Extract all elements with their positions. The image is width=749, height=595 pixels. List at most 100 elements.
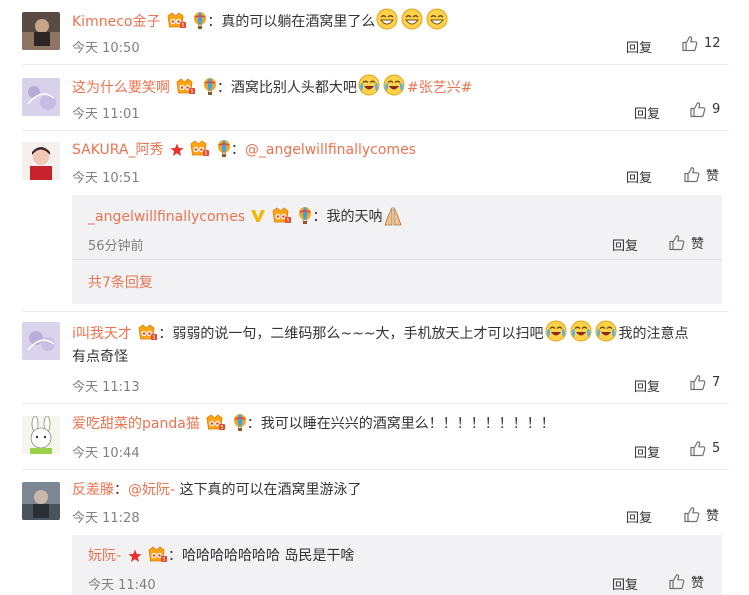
grin-emoji-icon	[401, 8, 424, 30]
reply-button[interactable]: 回复	[626, 37, 652, 56]
divider	[22, 403, 729, 404]
thumbs-up-icon	[690, 375, 706, 391]
divider	[22, 469, 729, 470]
like-button[interactable]: 12	[681, 35, 721, 52]
mention-link[interactable]: @_angelwillfinallycomes	[245, 142, 416, 158]
reply-line: _angelwillfinallycomes ：我的天呐	[88, 207, 405, 227]
comment-text: 这下真的可以在酒窝里游泳了	[179, 482, 362, 498]
balloon-icon[interactable]	[298, 207, 313, 224]
comment-line: 爱吃甜菜的panda猫 ：我可以睡在兴兴的酒窝里么！！！！！！！！！	[72, 414, 555, 434]
vip-icon[interactable]	[167, 12, 187, 29]
like-label: 赞	[706, 509, 720, 524]
like-button[interactable]: 7	[689, 374, 720, 391]
user-name[interactable]: 反差滕	[72, 482, 114, 498]
comment-time: 今天 11:01	[72, 107, 140, 122]
like-button[interactable]: 赞	[683, 165, 719, 184]
comment-text: 弱弱的说一句，二维码那么~~~大，手机放天上才可以扫吧	[172, 326, 544, 342]
vip-icon[interactable]	[138, 324, 158, 341]
like-count: 7	[712, 375, 721, 390]
separator: ：	[114, 482, 128, 498]
like-label: 赞	[691, 237, 705, 252]
more-replies-link[interactable]: 共7条回复	[88, 273, 153, 293]
comment-time: 今天 10:51	[72, 171, 140, 186]
laugh-cry-emoji-icon	[358, 74, 380, 96]
grin-emoji-icon	[376, 8, 399, 30]
comment-text-tail: 我的注意点	[618, 326, 689, 342]
laugh-cry-emoji-icon	[544, 320, 567, 342]
comment-line: Kimneco金子 ：真的可以躺在酒窝里了么	[72, 8, 450, 32]
divider	[22, 311, 729, 312]
separator: ：	[158, 326, 173, 342]
more-replies-label: 共7条回复	[88, 275, 153, 291]
reply-button[interactable]: 回复	[634, 442, 660, 461]
like-button[interactable]: 赞	[668, 572, 704, 591]
vip-icon[interactable]	[190, 140, 210, 157]
thumbs-up-icon	[690, 102, 706, 118]
like-count: 12	[704, 36, 721, 51]
user-name[interactable]: Kimneco金子	[72, 14, 160, 30]
separator: ：	[207, 14, 222, 30]
reply-time: 56分钟前	[88, 239, 144, 254]
user-name[interactable]: 妧阮-	[88, 548, 121, 564]
user-name[interactable]: 爱吃甜菜的panda猫	[72, 416, 200, 432]
like-button[interactable]: 9	[689, 101, 720, 118]
like-button[interactable]: 5	[689, 440, 720, 457]
thumbs-up-icon	[684, 507, 700, 523]
reply-button[interactable]: 回复	[612, 574, 638, 593]
vip-icon[interactable]	[272, 207, 292, 224]
separator: ：	[246, 416, 261, 432]
user-name[interactable]: _angelwillfinallycomes	[88, 209, 245, 225]
like-button[interactable]: 赞	[683, 505, 719, 524]
like-count: 5	[712, 441, 721, 456]
user-name[interactable]: 这为什么要笑啊	[72, 80, 170, 96]
user-name[interactable]: SAKURA_阿秀	[72, 142, 164, 158]
comment-time: 今天 10:50	[72, 41, 140, 56]
like-label: 赞	[706, 169, 720, 184]
comment-time: 今天 11:13	[72, 380, 140, 395]
like-label: 赞	[691, 576, 705, 591]
thumbs-up-icon	[684, 167, 700, 183]
reply-button[interactable]: 回复	[626, 167, 652, 186]
like-count: 9	[712, 102, 721, 117]
comment-line: SAKURA_阿秀 ：@_angelwillfinallycomes	[72, 140, 416, 160]
like-button[interactable]: 赞	[668, 233, 704, 252]
reply-time: 今天 11:40	[88, 578, 156, 593]
thumbs-up-icon	[669, 574, 685, 590]
user-name[interactable]: i叫我天才	[72, 326, 132, 342]
star-icon[interactable]	[128, 549, 142, 563]
reply-text: 哈哈哈哈哈哈哈 岛民是干啥	[181, 548, 355, 564]
avatar[interactable]	[22, 322, 60, 360]
balloon-icon[interactable]	[193, 12, 208, 29]
balloon-icon[interactable]	[203, 78, 217, 95]
reply-button[interactable]: 回复	[626, 507, 652, 526]
comment-time: 今天 11:28	[72, 511, 140, 526]
reply-button[interactable]: 回复	[634, 103, 660, 122]
avatar[interactable]	[22, 78, 60, 116]
avatar[interactable]	[22, 142, 60, 180]
thumbs-up-icon	[682, 36, 698, 52]
verified-v-icon[interactable]	[250, 209, 266, 223]
star-icon[interactable]	[170, 143, 184, 157]
vip-icon[interactable]	[176, 78, 196, 95]
comment-line-2: 有点奇怪	[72, 349, 128, 365]
mention-link[interactable]: @妧阮-	[128, 482, 175, 498]
comment-time: 今天 10:44	[72, 446, 140, 461]
avatar[interactable]	[22, 482, 60, 520]
comment-line: i叫我天才 ：弱弱的说一句，二维码那么~~~大，手机放天上才可以扫吧 我的注意点	[72, 320, 689, 344]
comment-text: 我可以睡在兴兴的酒窝里么！！！！！！！！！	[260, 416, 555, 432]
comment-line: 这为什么要笑啊 ：酒窝比别人头都大吧 #张艺兴#	[72, 74, 472, 98]
balloon-icon[interactable]	[232, 414, 247, 431]
vip-icon[interactable]	[206, 414, 226, 431]
thumbs-up-icon	[690, 441, 706, 457]
comment-text: 真的可以躺在酒窝里了么	[221, 14, 376, 30]
topic-link[interactable]: #张艺兴#	[407, 80, 472, 96]
comment-text: 酒窝比别人头都大吧	[230, 80, 357, 96]
laugh-cry-emoji-icon	[569, 320, 592, 342]
balloon-icon[interactable]	[217, 140, 231, 157]
thumbs-up-icon	[669, 235, 685, 251]
avatar[interactable]	[22, 12, 60, 50]
reply-button[interactable]: 回复	[634, 376, 660, 395]
vip-icon[interactable]	[148, 546, 168, 563]
avatar[interactable]	[22, 416, 60, 454]
reply-button[interactable]: 回复	[612, 235, 638, 254]
